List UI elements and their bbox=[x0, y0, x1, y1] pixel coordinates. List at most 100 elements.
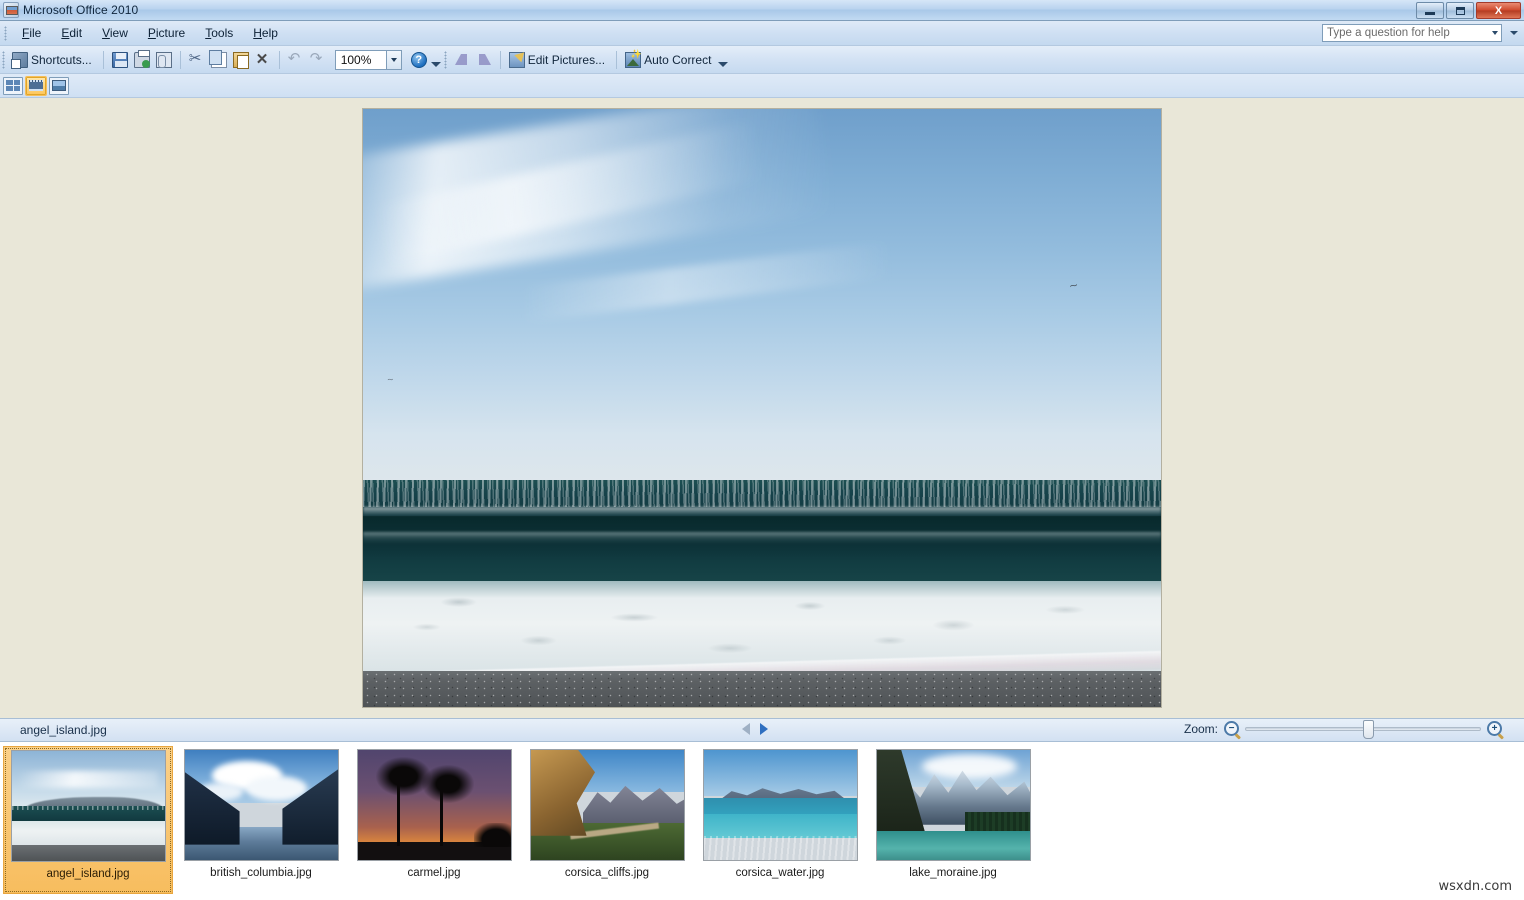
toolbar-gripper-icon[interactable] bbox=[2, 50, 5, 69]
auto-correct-icon bbox=[625, 49, 642, 68]
beach-pebble-texture bbox=[363, 671, 1161, 707]
zoom-controls: Zoom: − + bbox=[1184, 719, 1502, 739]
preview-image-artwork: ∼ ∼ bbox=[363, 109, 1161, 707]
toolbar-separator bbox=[616, 50, 618, 69]
redo-arrow-icon bbox=[310, 49, 326, 68]
picture-navigation bbox=[742, 723, 768, 735]
preview-canvas: ∼ ∼ bbox=[0, 98, 1524, 718]
zoom-slider[interactable] bbox=[1245, 719, 1481, 739]
next-picture-button[interactable] bbox=[760, 723, 768, 735]
delete-button[interactable] bbox=[252, 49, 274, 71]
menu-edit-label: dit bbox=[69, 26, 83, 40]
thumbnail-item-lake-moraine[interactable]: lake_moraine.jpg bbox=[868, 746, 1038, 894]
menu-tools-label: ools bbox=[211, 26, 234, 40]
toolbar-separator bbox=[102, 50, 104, 69]
help-question-text: Type a question for help bbox=[1327, 27, 1450, 39]
help-button[interactable]: ? bbox=[408, 49, 430, 71]
shortcuts-label: Shortcuts... bbox=[31, 52, 92, 67]
undo-button[interactable] bbox=[285, 49, 307, 71]
edit-pictures-button[interactable]: Edit Pictures... bbox=[506, 49, 611, 71]
standard-toolbar: Shortcuts... 100% ? Edit Pictures... bbox=[0, 46, 1524, 74]
wave-crest bbox=[363, 532, 1161, 545]
thumbnail-view-button[interactable] bbox=[3, 76, 23, 95]
shortcuts-icon bbox=[11, 51, 28, 69]
menu-file[interactable]: File bbox=[12, 22, 51, 44]
thumbnail-image bbox=[183, 749, 339, 861]
standard-toolbar-overflow-button[interactable] bbox=[430, 49, 442, 71]
menu-tools[interactable]: Tools bbox=[195, 22, 243, 44]
preview-image[interactable]: ∼ ∼ bbox=[362, 108, 1162, 708]
zoom-percent-dropdown-button[interactable] bbox=[386, 49, 402, 70]
paste-button[interactable] bbox=[230, 49, 252, 71]
menu-view[interactable]: View bbox=[92, 22, 138, 44]
view-mode-bar bbox=[0, 74, 1524, 98]
menu-edit[interactable]: Edit bbox=[51, 22, 92, 44]
thumbnail-image bbox=[529, 749, 685, 861]
copy-button[interactable] bbox=[208, 49, 230, 71]
rotate-left-icon bbox=[454, 52, 470, 68]
picture-toolbar-gripper-icon[interactable] bbox=[443, 50, 447, 69]
menubar-overflow-button[interactable] bbox=[1509, 27, 1519, 39]
cut-button[interactable] bbox=[186, 49, 208, 71]
email-attachment-button[interactable] bbox=[153, 49, 175, 71]
previous-picture-button[interactable] bbox=[742, 723, 750, 735]
menu-bar: File Edit View Picture Tools Help Type a… bbox=[0, 21, 1524, 46]
menu-file-label: ile bbox=[29, 26, 42, 40]
thumbnail-label: corsica_cliffs.jpg bbox=[564, 867, 650, 879]
minimize-button[interactable] bbox=[1416, 2, 1444, 19]
clipboard-icon bbox=[232, 51, 249, 69]
rotate-right-button[interactable] bbox=[473, 49, 495, 71]
close-button[interactable]: X bbox=[1476, 2, 1521, 19]
thumbnail-item-angel-island[interactable]: angel_island.jpg bbox=[3, 746, 173, 894]
save-icon bbox=[111, 51, 128, 68]
chevron-down-icon[interactable] bbox=[1492, 31, 1498, 35]
zoom-in-icon[interactable]: + bbox=[1487, 721, 1502, 736]
redo-button[interactable] bbox=[307, 49, 329, 71]
filmstrip-icon bbox=[29, 80, 43, 91]
maximize-icon bbox=[1455, 6, 1465, 15]
zoom-percent-value: 100% bbox=[340, 52, 372, 67]
menu-help[interactable]: Help bbox=[243, 22, 288, 44]
thumbnail-label: corsica_water.jpg bbox=[735, 867, 825, 879]
window-controls: X bbox=[1416, 2, 1521, 19]
rotate-left-button[interactable] bbox=[451, 49, 473, 71]
rotate-right-icon bbox=[476, 52, 492, 68]
status-filename: angel_island.jpg bbox=[20, 723, 107, 737]
thumbnail-label: british_columbia.jpg bbox=[210, 867, 312, 879]
close-x-icon bbox=[255, 50, 271, 68]
filmstrip-view-button[interactable] bbox=[25, 75, 47, 96]
thumbnail-label: lake_moraine.jpg bbox=[909, 867, 997, 879]
save-button[interactable] bbox=[109, 49, 131, 71]
menu-view-label: iew bbox=[109, 26, 128, 40]
menu-picture[interactable]: Picture bbox=[138, 22, 195, 44]
zoom-out-icon[interactable]: − bbox=[1224, 721, 1239, 736]
zoom-slider-thumb[interactable] bbox=[1363, 719, 1374, 739]
picture-manager-icon bbox=[3, 2, 19, 18]
zoom-percent-input[interactable]: 100% bbox=[334, 49, 387, 70]
bird-icon: ∼ bbox=[386, 375, 394, 385]
chevron-down-icon bbox=[390, 57, 397, 62]
thumbnail-item-corsica-water[interactable]: corsica_water.jpg bbox=[695, 746, 865, 894]
thumbnail-grid-icon bbox=[6, 80, 20, 91]
thumbnail-item-corsica-cliffs[interactable]: corsica_cliffs.jpg bbox=[522, 746, 692, 894]
help-question-box[interactable]: Type a question for help bbox=[1322, 24, 1502, 42]
filmstrip-thumbnails[interactable]: angel_island.jpg british_columbia.jpg ca… bbox=[0, 742, 1524, 900]
menu-gripper-icon[interactable] bbox=[4, 25, 7, 41]
single-picture-view-button[interactable] bbox=[49, 76, 69, 95]
maximize-button[interactable] bbox=[1446, 2, 1474, 19]
thumbnail-item-carmel[interactable]: carmel.jpg bbox=[349, 746, 519, 894]
thumbnail-label: carmel.jpg bbox=[407, 867, 461, 879]
title-bar: Microsoft Office 2010 X bbox=[0, 0, 1524, 21]
thumbnail-item-british-columbia[interactable]: british_columbia.jpg bbox=[176, 746, 346, 894]
print-icon bbox=[133, 49, 150, 68]
print-button[interactable] bbox=[131, 49, 153, 71]
toolbar-separator bbox=[179, 50, 181, 69]
menu-help-label: elp bbox=[261, 26, 278, 40]
copy-icon bbox=[208, 49, 227, 68]
ocean-sparkle bbox=[363, 479, 1161, 507]
shortcuts-button[interactable]: Shortcuts... bbox=[9, 49, 98, 71]
picture-toolbar-overflow-button[interactable] bbox=[717, 49, 729, 71]
status-bar: angel_island.jpg Zoom: − + bbox=[0, 718, 1524, 742]
menu-picture-label: icture bbox=[155, 26, 186, 40]
auto-correct-button[interactable]: Auto Correct bbox=[622, 49, 717, 71]
